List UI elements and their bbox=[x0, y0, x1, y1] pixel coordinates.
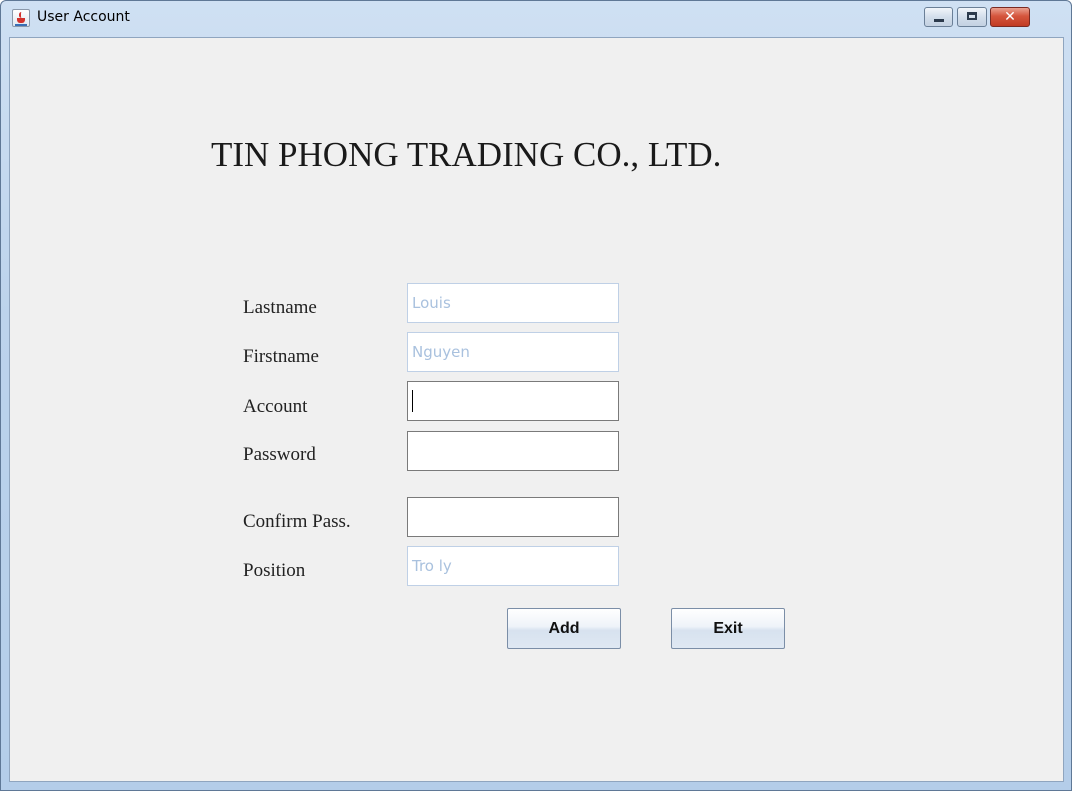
account-field[interactable] bbox=[407, 381, 619, 421]
password-field[interactable] bbox=[407, 431, 619, 471]
exit-button[interactable]: Exit bbox=[671, 608, 785, 649]
position-field[interactable]: Tro ly bbox=[407, 546, 619, 586]
position-label: Position bbox=[243, 560, 306, 581]
password-label: Password bbox=[243, 444, 316, 465]
confirm-password-field[interactable] bbox=[407, 497, 619, 537]
close-button[interactable]: ✕ bbox=[990, 7, 1030, 27]
lastname-label: Lastname bbox=[243, 297, 317, 318]
maximize-button[interactable] bbox=[957, 7, 987, 27]
maximize-icon bbox=[967, 12, 977, 20]
java-cup-icon bbox=[12, 9, 30, 27]
close-icon: ✕ bbox=[1004, 9, 1016, 25]
text-caret bbox=[412, 390, 413, 412]
user-account-window: User Account ✕ TIN PHONG TRADING CO., LT… bbox=[0, 0, 1072, 791]
company-name-heading: TIN PHONG TRADING CO., LTD. bbox=[211, 135, 722, 174]
window-title: User Account bbox=[37, 9, 130, 25]
confirm-password-label: Confirm Pass. bbox=[243, 511, 351, 532]
firstname-label: Firstname bbox=[243, 346, 319, 367]
account-label: Account bbox=[243, 396, 308, 417]
minimize-icon bbox=[934, 19, 944, 22]
firstname-field[interactable]: Nguyen bbox=[407, 332, 619, 372]
title-bar[interactable]: User Account ✕ bbox=[1, 1, 1071, 37]
minimize-button[interactable] bbox=[924, 7, 953, 27]
add-button[interactable]: Add bbox=[507, 608, 621, 649]
lastname-field[interactable]: Louis bbox=[407, 283, 619, 323]
